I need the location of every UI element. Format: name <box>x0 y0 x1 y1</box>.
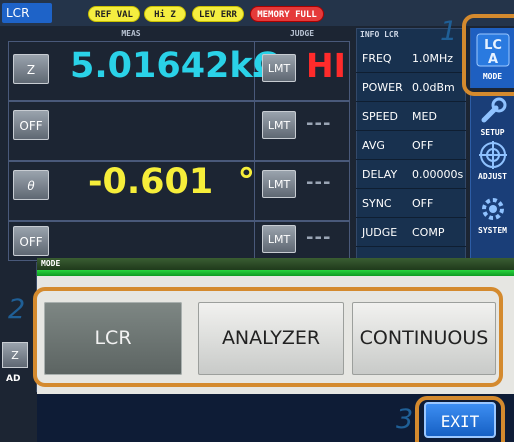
info-row-power: POWER 0.0dBm <box>356 73 466 102</box>
side-button-partial <box>470 246 514 258</box>
info-label: POWER <box>362 81 403 94</box>
info-title: INFO LCR <box>360 30 399 39</box>
info-value: 0.00000s <box>412 168 464 181</box>
info-value: OFF <box>412 197 434 210</box>
exit-highlight <box>415 396 505 442</box>
meas-row-2 <box>8 101 350 161</box>
memory-full-indicator: MEMORY FULL <box>250 6 324 22</box>
mode-indicator: LCR <box>2 3 52 23</box>
mode-options-highlight <box>33 287 503 387</box>
info-value: OFF <box>412 139 434 152</box>
hi-z-indicator: Hi Z <box>144 6 186 22</box>
info-row-sync: SYNC OFF <box>356 189 466 218</box>
meas-column-header: MEAS <box>121 29 141 38</box>
lmt-3-button[interactable]: LMT <box>262 170 296 198</box>
judge-column-header: JUDGE <box>289 29 315 38</box>
info-row-avg: AVG OFF <box>356 131 466 160</box>
param-3-button[interactable]: θ <box>13 170 49 200</box>
measured-value-1: 5.01642kΩ <box>70 46 283 86</box>
adjust-side-button[interactable]: ADJUST <box>470 136 514 192</box>
ref-val-indicator: REF VAL <box>88 6 140 22</box>
param-2-button[interactable]: OFF <box>13 110 49 140</box>
wrench-icon <box>481 97 506 123</box>
callout-3: 3 <box>396 404 414 435</box>
judge-result-1: HI <box>306 46 346 85</box>
param-1-button[interactable]: Z <box>13 54 49 84</box>
meas-row-4 <box>8 221 350 261</box>
info-label: FREQ <box>362 52 392 65</box>
info-value: MED <box>412 110 437 123</box>
param-4-button[interactable]: OFF <box>13 226 49 256</box>
info-label: DELAY <box>362 168 398 181</box>
lev-err-indicator: LEV ERR <box>192 6 244 22</box>
info-label: SPEED <box>362 110 398 123</box>
judge-result-2: --- <box>306 113 332 134</box>
callout-1: 1 <box>440 16 458 47</box>
lmt-4-button[interactable]: LMT <box>262 225 296 253</box>
hidden-z-button: Z <box>2 342 28 368</box>
judge-result-4: --- <box>306 227 332 248</box>
info-label: AVG <box>362 139 385 152</box>
info-value: 1.0MHz <box>412 52 454 65</box>
lmt-2-button[interactable]: LMT <box>262 111 296 139</box>
info-row-speed: SPEED MED <box>356 102 466 131</box>
hidden-left-panel <box>0 262 37 392</box>
mode-side-highlight <box>462 14 514 96</box>
info-row-judge: JUDGE COMP <box>356 218 466 247</box>
hidden-ad-label: AD <box>6 374 21 384</box>
system-side-button[interactable]: SYSTEM <box>470 190 514 246</box>
info-label: JUDGE <box>362 226 398 239</box>
lmt-1-button[interactable]: LMT <box>262 54 296 82</box>
judge-result-3: --- <box>306 172 332 193</box>
adjust-side-label: ADJUST <box>478 172 507 181</box>
info-value: COMP <box>412 226 445 239</box>
system-side-label: SYSTEM <box>478 226 507 235</box>
target-icon <box>478 141 507 169</box>
info-label: SYNC <box>362 197 392 210</box>
info-row-freq: FREQ 1.0MHz <box>356 44 466 73</box>
gear-icon <box>481 198 504 220</box>
mode-dialog-title: MODE <box>37 258 514 270</box>
callout-2: 2 <box>8 294 26 325</box>
measured-value-3: -0.601 ° <box>88 162 256 202</box>
info-row-delay: DELAY 0.00000s <box>356 160 466 189</box>
info-value: 0.0dBm <box>412 81 455 94</box>
